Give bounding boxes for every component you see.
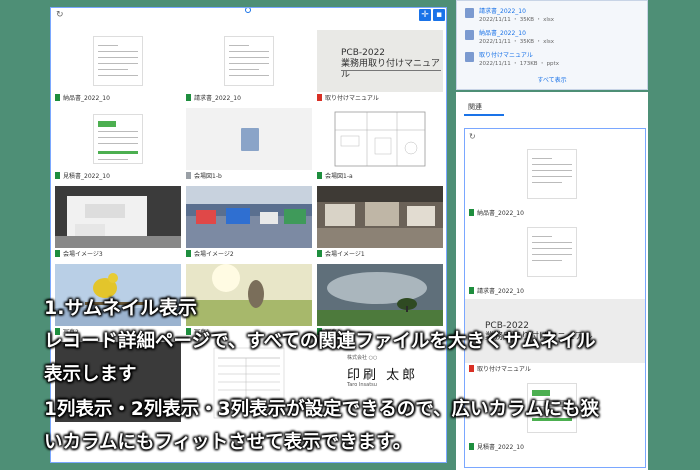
files-thumbnail-panel: ↻ ✛ ▪ 納品書_2022_10 請求書_2022_10 PCB-2022 業… [50,7,447,463]
file-icon [465,52,474,62]
recent-file-name[interactable]: 請求書_2022_10 [479,6,526,15]
booth-photo [55,186,181,248]
image-file-icon [317,172,322,179]
file-thumbnail[interactable] [317,264,443,326]
file-thumbnail[interactable] [317,186,443,248]
excel-file-icon [469,443,474,450]
file-thumbnail[interactable] [55,108,181,170]
overlay-heading: 1.サムネイル表示 [44,297,198,319]
card-name-en: Taro Insatsu [347,382,377,388]
spreadsheet-preview [224,36,274,86]
see-all-link[interactable]: すべて表示 [457,75,647,84]
panel-toolbar: ↻ ✛ ▪ [51,8,446,24]
excel-file-icon [469,287,474,294]
file-thumbnail[interactable] [186,186,312,248]
spreadsheet-preview [527,149,577,199]
file-thumbnail[interactable] [186,108,312,170]
refresh-icon[interactable]: ↻ [469,132,476,141]
excel-file-icon [469,209,474,216]
floor-plan-preview [334,111,426,167]
recent-files-list: 請求書_2022_10 2022/11/11 ・ 35KB ・ xlsx 納品書… [456,0,648,90]
spreadsheet-preview [93,36,143,86]
file-thumbnail[interactable] [317,108,443,170]
refresh-icon[interactable]: ↻ [56,10,64,20]
file-name: 納品書_2022_10 [63,95,110,102]
file-thumbnail[interactable]: PCB-2022 業務用取り付けマニュアル [317,30,443,92]
file-thumbnail[interactable] [55,186,181,248]
file-name: 会場イメージ3 [63,251,103,258]
generic-file-icon [186,172,191,179]
file-thumbnail[interactable] [55,30,181,92]
file-name: 会場イメージ1 [325,251,365,258]
tree-sky-photo [317,264,443,326]
image-file-icon [55,250,60,257]
file-name: 請求書_2022_10 [477,288,524,295]
file-thumbnail[interactable] [186,264,312,326]
related-tab-underline [464,114,504,116]
slide-title-line1: PCB-2022 [341,48,386,58]
recent-file-meta: 2022/11/11 ・ 173KB ・ pptx [479,61,559,67]
related-title: 関連 [468,103,482,111]
file-name: 納品書_2022_10 [477,210,524,217]
spreadsheet-preview [527,227,577,277]
file-icon [465,8,474,18]
image-file-icon [186,250,191,257]
file-name: 取り付けマニュアル [477,366,531,373]
delete-icon[interactable]: ▪ [433,9,445,21]
venue-crowd-photo [317,186,443,248]
recent-file-name[interactable]: 納品書_2022_10 [479,28,526,37]
overlay-line: 表示します [44,364,137,385]
overlay-line: いカラムにもフィットさせて表示できます。 [44,432,412,453]
card-name: 印刷 太郎 [347,368,419,383]
file-thumbnail[interactable] [465,221,645,285]
excel-file-icon [55,172,60,179]
file-name: 見積書_2022_10 [63,173,110,180]
overlay-line: 1列表示・2列表示・3列表示が設定できるので、広いカラムにも狭 [44,399,599,420]
file-name: 会場図1-a [325,173,353,180]
excel-file-icon [55,94,60,101]
spreadsheet-preview [93,114,143,164]
sunlight-field-photo [186,264,312,326]
card-company: 株式会社 ○○ [347,355,378,361]
overlay-line: レコード詳細ページで、すべての関連ファイルを大きくサムネイル [44,331,596,352]
file-name: 取り付けマニュアル [325,95,379,102]
powerpoint-file-icon [469,365,474,372]
exhibition-hall-photo [186,186,312,248]
recent-file-name[interactable]: 取り付けマニュアル [479,50,533,59]
resize-handle[interactable] [245,8,251,13]
recent-file-meta: 2022/11/11 ・ 35KB ・ xlsx [479,39,554,45]
file-name: 会場イメージ2 [194,251,234,258]
file-thumbnail[interactable] [186,30,312,92]
powerpoint-file-icon [317,94,322,101]
recent-file-meta: 2022/11/11 ・ 35KB ・ xlsx [479,17,554,23]
file-name: 会場図1-b [194,173,222,180]
excel-file-icon [186,94,191,101]
file-name: 請求書_2022_10 [194,95,241,102]
generic-document-icon [241,128,259,151]
file-thumbnail[interactable] [465,143,645,207]
image-file-icon [317,250,322,257]
file-name: 見積書_2022_10 [477,444,524,451]
move-icon[interactable]: ✛ [419,9,431,21]
file-icon [465,30,474,40]
